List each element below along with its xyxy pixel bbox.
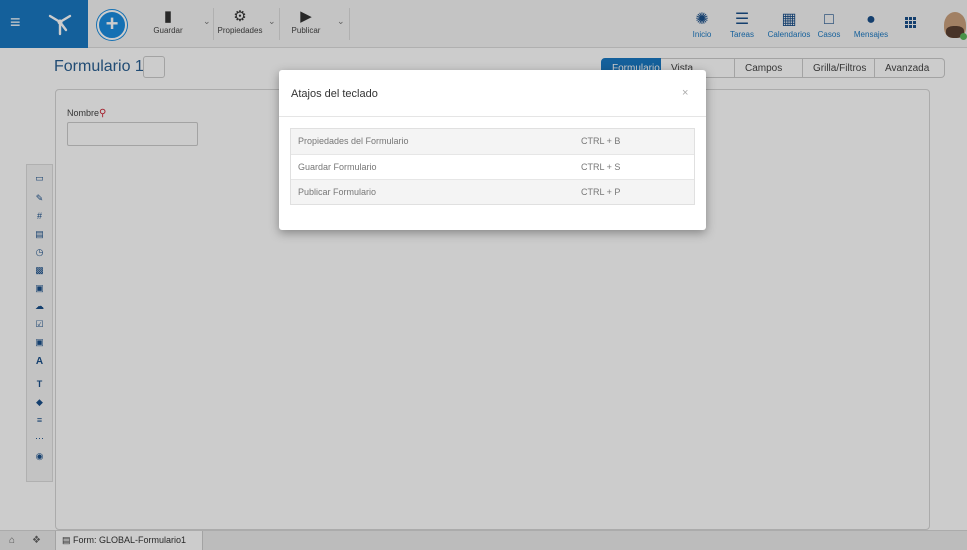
close-icon[interactable]: × xyxy=(682,87,688,99)
table-row: Publicar Formulario CTRL + P xyxy=(291,179,694,204)
dialog-divider xyxy=(279,116,706,117)
shortcut-keys: CTRL + P xyxy=(581,187,621,197)
dialog-title: Atajos del teclado xyxy=(291,88,378,100)
shortcut-keys: CTRL + B xyxy=(581,136,621,146)
keyboard-shortcuts-dialog: Atajos del teclado × Propiedades del For… xyxy=(279,70,706,230)
shortcut-keys: CTRL + S xyxy=(581,162,621,172)
table-row: Guardar Formulario CTRL + S xyxy=(291,154,694,179)
table-row: Propiedades del Formulario CTRL + B xyxy=(291,129,694,154)
shortcut-action: Propiedades del Formulario xyxy=(298,136,409,146)
shortcut-action: Publicar Formulario xyxy=(298,187,377,197)
shortcut-action: Guardar Formulario xyxy=(298,162,377,172)
shortcuts-table: Propiedades del Formulario CTRL + B Guar… xyxy=(290,128,695,205)
